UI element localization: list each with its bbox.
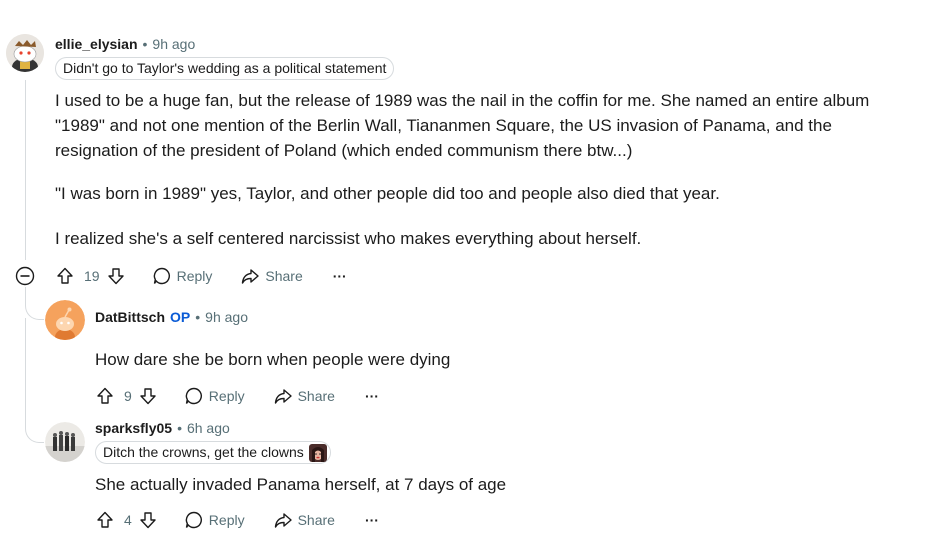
downvote-arrow-icon[interactable] — [106, 266, 126, 286]
reply-button[interactable]: Reply — [184, 386, 245, 406]
comment-actions: 9 Reply Share ··· — [95, 384, 379, 408]
comment-body: How dare she be born when people were dy… — [95, 350, 451, 369]
reply-button[interactable]: Reply — [152, 266, 213, 286]
share-arrow-icon — [273, 510, 293, 530]
comment-paragraph: I used to be a huge fan, but the release… — [55, 91, 870, 160]
speech-bubble-icon — [152, 266, 172, 286]
meta-separator: • — [177, 420, 182, 436]
share-label: Share — [297, 388, 335, 404]
upvote-arrow-icon[interactable] — [95, 510, 115, 530]
upvote-arrow-icon[interactable] — [95, 386, 115, 406]
downvote-arrow-icon[interactable] — [138, 386, 158, 406]
username[interactable]: DatBittsch — [95, 309, 165, 325]
share-button[interactable]: Share — [240, 266, 303, 286]
downvote-arrow-icon[interactable] — [138, 510, 158, 530]
more-options-icon[interactable]: ··· — [365, 512, 379, 528]
timestamp[interactable]: 6h ago — [187, 420, 230, 436]
user-flair: Ditch the crowns, get the clowns — [95, 441, 331, 464]
avatar[interactable] — [45, 422, 85, 462]
more-options-icon[interactable]: ··· — [333, 268, 347, 284]
share-label: Share — [265, 268, 303, 284]
timestamp[interactable]: 9h ago — [152, 36, 195, 52]
share-arrow-icon — [240, 266, 260, 286]
thread-line-main — [25, 80, 26, 260]
share-button[interactable]: Share — [273, 386, 335, 406]
reply-label: Reply — [208, 388, 245, 404]
speech-bubble-icon — [184, 510, 204, 530]
vote-count: 9 — [124, 388, 132, 404]
comment-actions: 4 Reply Share ··· — [95, 508, 379, 532]
comment-actions: 19 Reply Share ··· — [55, 264, 347, 288]
reply-label: Reply — [208, 512, 245, 528]
comment-body: I used to be a huge fan, but the release… — [55, 88, 915, 251]
share-button[interactable]: Share — [273, 510, 335, 530]
share-arrow-icon — [273, 386, 293, 406]
timestamp[interactable]: 9h ago — [205, 309, 248, 325]
flair-emoji-icon — [308, 443, 327, 462]
meta-separator: • — [195, 309, 201, 325]
share-label: Share — [297, 512, 335, 528]
op-badge: OP — [170, 309, 191, 325]
reply-label: Reply — [176, 268, 213, 284]
username[interactable]: ellie_elysian — [55, 36, 138, 52]
collapse-thread-icon[interactable] — [15, 266, 35, 286]
comment-paragraph: I realized she's a self centered narciss… — [55, 229, 642, 248]
reply-button[interactable]: Reply — [184, 510, 245, 530]
thread-connector — [25, 287, 44, 320]
user-flair: Didn't go to Taylor's wedding as a polit… — [55, 57, 395, 80]
vote-count: 4 — [124, 512, 132, 528]
vote-count: 19 — [84, 268, 100, 284]
avatar[interactable] — [45, 300, 85, 340]
flair-text: Ditch the crowns, get the clowns — [103, 444, 304, 460]
comment-paragraph: "I was born in 1989" yes, Taylor, and ot… — [55, 184, 720, 203]
avatar[interactable] — [6, 34, 44, 72]
more-options-icon[interactable]: ··· — [365, 388, 379, 404]
speech-bubble-icon — [184, 386, 204, 406]
meta-separator: • — [142, 36, 148, 52]
comment-body: She actually invaded Panama herself, at … — [95, 475, 507, 494]
thread-connector — [25, 410, 44, 443]
username[interactable]: sparksfly05 — [95, 420, 172, 436]
upvote-arrow-icon[interactable] — [55, 266, 75, 286]
